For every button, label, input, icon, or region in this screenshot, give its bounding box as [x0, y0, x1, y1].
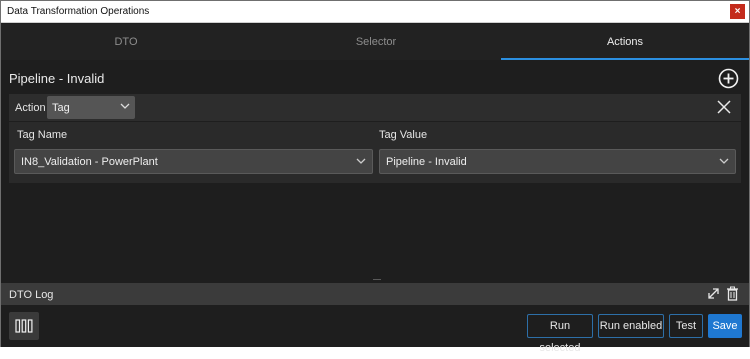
columns-button[interactable] — [9, 312, 39, 340]
run-enabled-button[interactable]: Run enabled — [598, 314, 664, 338]
test-button[interactable]: Test — [669, 314, 703, 338]
active-tab-indicator — [501, 58, 749, 60]
chevron-down-icon — [356, 158, 366, 164]
panel-splitter-handle[interactable] — [373, 279, 381, 280]
log-title: DTO Log — [9, 289, 54, 301]
save-button[interactable]: Save — [708, 314, 742, 338]
action-type-value: Tag — [52, 102, 70, 114]
tab-actions-label: Actions — [606, 36, 644, 48]
expand-icon[interactable] — [707, 287, 720, 300]
tag-name-label: Tag Name — [17, 129, 68, 141]
dto-window: Data Transformation Operations × DTO Sel… — [0, 0, 750, 354]
action-label: Action — [15, 102, 46, 114]
title-bar: Data Transformation Operations × — [1, 1, 749, 23]
window-title: Data Transformation Operations — [7, 6, 150, 17]
log-bar: DTO Log — [1, 283, 749, 305]
chevron-down-icon — [719, 158, 729, 164]
tag-fields-panel: Tag Name Tag Value IN8_Validation - Powe… — [9, 122, 741, 183]
tab-selector[interactable]: Selector — [251, 24, 501, 60]
action-row: Action Tag — [9, 94, 741, 121]
pipeline-title: Pipeline - Invalid — [9, 71, 105, 86]
tag-value-label: Tag Value — [379, 129, 428, 141]
close-icon[interactable]: × — [730, 4, 745, 19]
tab-dto[interactable]: DTO — [1, 24, 251, 60]
tab-actions[interactable]: Actions — [501, 24, 749, 60]
tag-value-select[interactable]: Pipeline - Invalid — [379, 149, 736, 174]
chevron-down-icon — [120, 103, 130, 109]
tag-name-value: IN8_Validation - PowerPlant — [21, 156, 158, 168]
columns-icon — [15, 319, 33, 333]
trash-icon[interactable] — [726, 286, 739, 301]
add-circle-icon[interactable] — [718, 68, 739, 89]
footer-bar: Run selected Run enabled Test Save — [1, 305, 749, 354]
tag-name-select[interactable]: IN8_Validation - PowerPlant — [14, 149, 373, 174]
action-type-select[interactable]: Tag — [47, 96, 135, 119]
tag-value-value: Pipeline - Invalid — [386, 156, 467, 168]
tab-bar: DTO Selector Actions — [1, 24, 749, 60]
run-selected-button[interactable]: Run selected — [527, 314, 593, 354]
remove-action-icon[interactable] — [717, 100, 731, 114]
